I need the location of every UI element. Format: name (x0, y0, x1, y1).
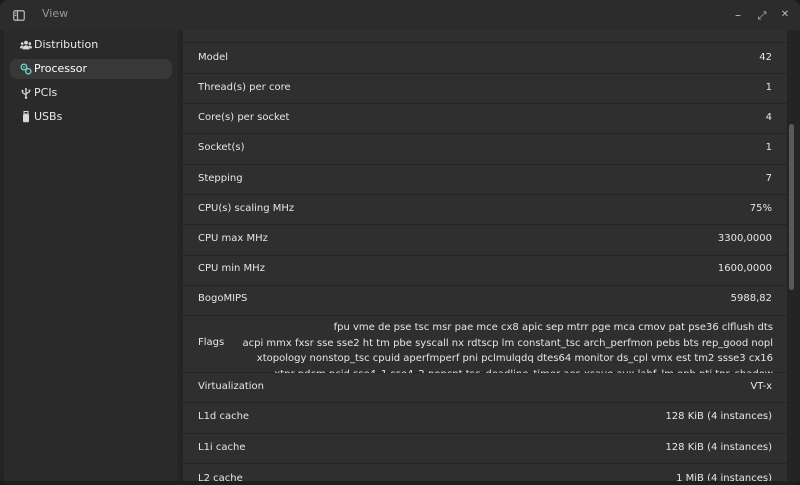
table-row: Core(s) per socket 4 (183, 104, 787, 134)
row-value: 1600,0000 (717, 263, 772, 274)
row-label: CPU min MHz (198, 263, 265, 274)
row-value: 5988,82 (730, 293, 772, 304)
title-bar: View – ⤢ ✕ (0, 0, 800, 30)
row-label: Flags (198, 337, 225, 348)
sidebar-item-label: Distribution (34, 38, 99, 51)
row-value: 1 MiB (4 instances) (676, 473, 772, 481)
table-row: Virtualization VT-x (183, 373, 787, 403)
row-label: CPU max MHz (198, 233, 268, 244)
table-row: L2 cache 1 MiB (4 instances) (183, 464, 787, 481)
sidebar-item-usbs[interactable]: USBs (10, 107, 172, 127)
table-row: Stepping 7 (183, 165, 787, 195)
row-value: 1 (765, 82, 772, 93)
processor-icon (19, 62, 33, 76)
sidebar-toggle-button[interactable] (10, 6, 28, 24)
table-row: Model 42 (183, 43, 787, 74)
row-value: 7 (765, 173, 772, 184)
row-label: Model (198, 52, 229, 63)
app-window: View – ⤢ ✕ Distribution Processor PCIs U… (0, 0, 800, 485)
row-value: 128 KiB (4 instances) (665, 411, 772, 422)
row-label: CPU(s) scaling MHz (198, 203, 295, 214)
usb-trident-icon (19, 86, 33, 100)
users-icon (19, 38, 33, 52)
table-row: CPU max MHz 3300,0000 (183, 225, 787, 256)
row-label: BogoMIPS (198, 293, 248, 304)
row-label: Core(s) per socket (198, 112, 290, 123)
sidebar: Distribution Processor PCIs USBs (4, 30, 178, 481)
sidebar-item-pcis[interactable]: PCIs (10, 83, 172, 103)
table-row: L1i cache 128 KiB (4 instances) (183, 434, 787, 464)
row-value: 4 (765, 112, 772, 123)
table-row: Socket(s) 1 (183, 134, 787, 165)
sidebar-item-label: USBs (34, 110, 63, 123)
row-label: Socket(s) (198, 142, 245, 153)
processor-details[interactable]: Model 42 Thread(s) per core 1 Core(s) pe… (183, 30, 796, 481)
row-value: 75% (749, 203, 772, 214)
window-title: View (42, 7, 69, 20)
table-row: L1d cache 128 KiB (4 instances) (183, 403, 787, 434)
row-value: VT-x (750, 381, 772, 392)
table-row: Thread(s) per core 1 (183, 74, 787, 104)
window-bottom-edge (0, 481, 800, 485)
table-row: CPU min MHz 1600,0000 (183, 256, 787, 286)
row-label: L1d cache (198, 411, 250, 422)
sidebar-item-processor[interactable]: Processor (10, 59, 172, 79)
usb-stick-icon (19, 110, 33, 124)
table-row (183, 30, 787, 43)
minimize-button[interactable]: – (730, 7, 746, 23)
table-row-flags: Flags fpu vme de pse tsc msr pae mce cx8… (183, 316, 787, 395)
sidebar-toggle-icon (13, 6, 25, 25)
close-button[interactable]: ✕ (777, 7, 793, 23)
row-label: L1i cache (198, 442, 246, 453)
table-row: CPU(s) scaling MHz 75% (183, 195, 787, 225)
table-row: BogoMIPS 5988,82 (183, 286, 787, 316)
row-value: 42 (759, 52, 772, 63)
sidebar-item-distribution[interactable]: Distribution (10, 35, 172, 55)
row-label: Thread(s) per core (198, 82, 291, 93)
sidebar-item-label: PCIs (34, 86, 58, 99)
row-value: 3300,0000 (717, 233, 772, 244)
row-value: 1 (765, 142, 772, 153)
row-label: Virtualization (198, 381, 264, 392)
scrollbar-thumb[interactable] (789, 124, 794, 290)
row-label: L2 cache (198, 473, 243, 481)
row-label: Stepping (198, 173, 243, 184)
row-value: 128 KiB (4 instances) (665, 442, 772, 453)
maximize-button[interactable]: ⤢ (754, 7, 770, 23)
sidebar-item-label: Processor (34, 62, 87, 75)
